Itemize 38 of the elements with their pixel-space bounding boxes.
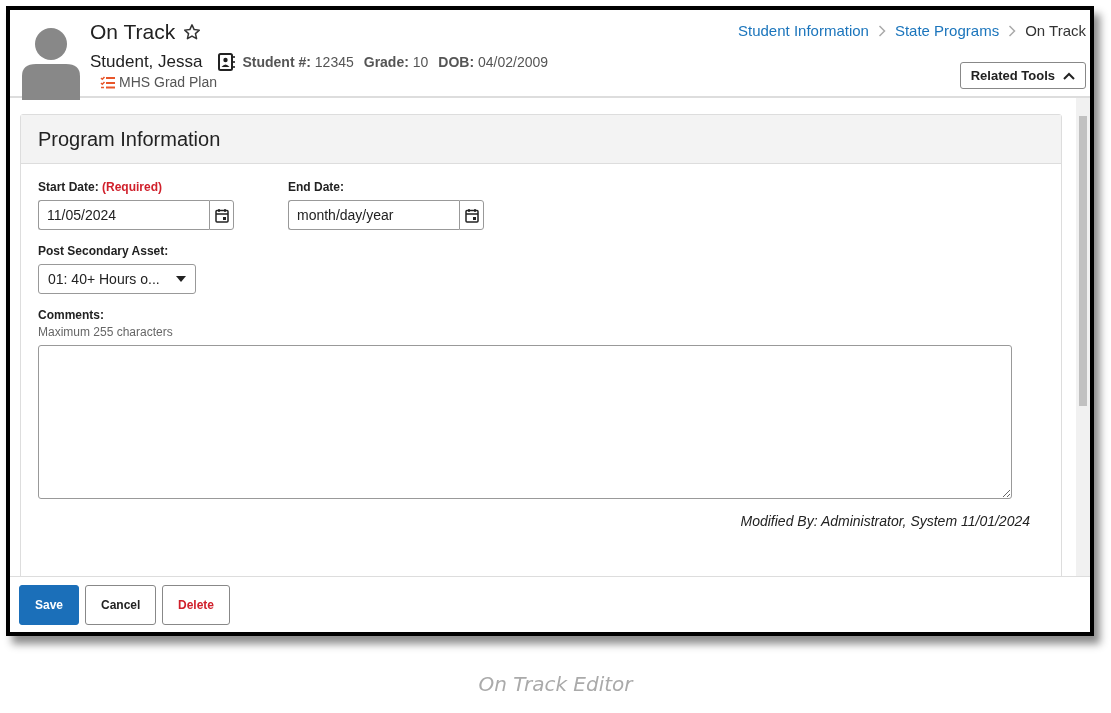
chevron-right-icon bbox=[1008, 24, 1017, 37]
cancel-button[interactable]: Cancel bbox=[85, 584, 156, 625]
page-title: On Track bbox=[90, 20, 176, 44]
related-tools-button[interactable]: Related Tools bbox=[959, 62, 1086, 89]
asset-label: Post Secondary Asset: bbox=[38, 244, 170, 258]
start-date-label: Start Date: (Required) bbox=[38, 180, 163, 194]
calendar-button[interactable] bbox=[459, 200, 484, 230]
student-detail: Student #: 12345 bbox=[242, 54, 354, 70]
panel-title: Program Information bbox=[38, 127, 221, 151]
comments-label: Comments: bbox=[38, 308, 105, 322]
end-date-field[interactable]: month/day/year bbox=[288, 200, 459, 230]
end-date-label: End Date: bbox=[288, 180, 345, 194]
contact-card-icon[interactable] bbox=[218, 53, 237, 71]
avatar-icon bbox=[22, 28, 80, 100]
breadcrumb-current: On Track bbox=[1025, 22, 1086, 39]
start-date-field[interactable]: 11/05/2024 bbox=[38, 200, 209, 230]
caret-icon bbox=[176, 276, 186, 282]
calendar-icon bbox=[214, 207, 229, 223]
scrollbar[interactable] bbox=[1076, 98, 1090, 576]
asset-dropdown[interactable]: 01: 40+ Hours o... bbox=[38, 264, 196, 294]
caption: On Track Editor bbox=[477, 672, 635, 696]
star-icon[interactable] bbox=[183, 23, 202, 41]
modified-by-text: Modified By: Administrator, System 11/01/2024 bbox=[739, 513, 1030, 529]
delete-button[interactable]: Delete bbox=[162, 584, 230, 625]
caret-up-icon bbox=[1063, 71, 1075, 80]
comments-field[interactable] bbox=[38, 345, 1012, 499]
comments-hint: Maximum 255 characters bbox=[38, 325, 174, 339]
checklist-icon bbox=[100, 75, 115, 89]
student-detail: Grade: 10 bbox=[363, 54, 429, 70]
calendar-icon bbox=[464, 207, 479, 223]
breadcrumb-link[interactable]: Student Information bbox=[738, 22, 869, 39]
breadcrumb-link[interactable]: State Programs bbox=[894, 22, 1000, 39]
save-button[interactable]: Save bbox=[19, 584, 79, 625]
student-name: Student, Jessa bbox=[90, 52, 203, 72]
student-detail: DOB: 04/02/2009 bbox=[438, 54, 549, 70]
chevron-right-icon bbox=[877, 24, 886, 37]
calendar-button[interactable] bbox=[209, 200, 234, 230]
plan-link[interactable]: MHS Grad Plan bbox=[119, 74, 218, 90]
